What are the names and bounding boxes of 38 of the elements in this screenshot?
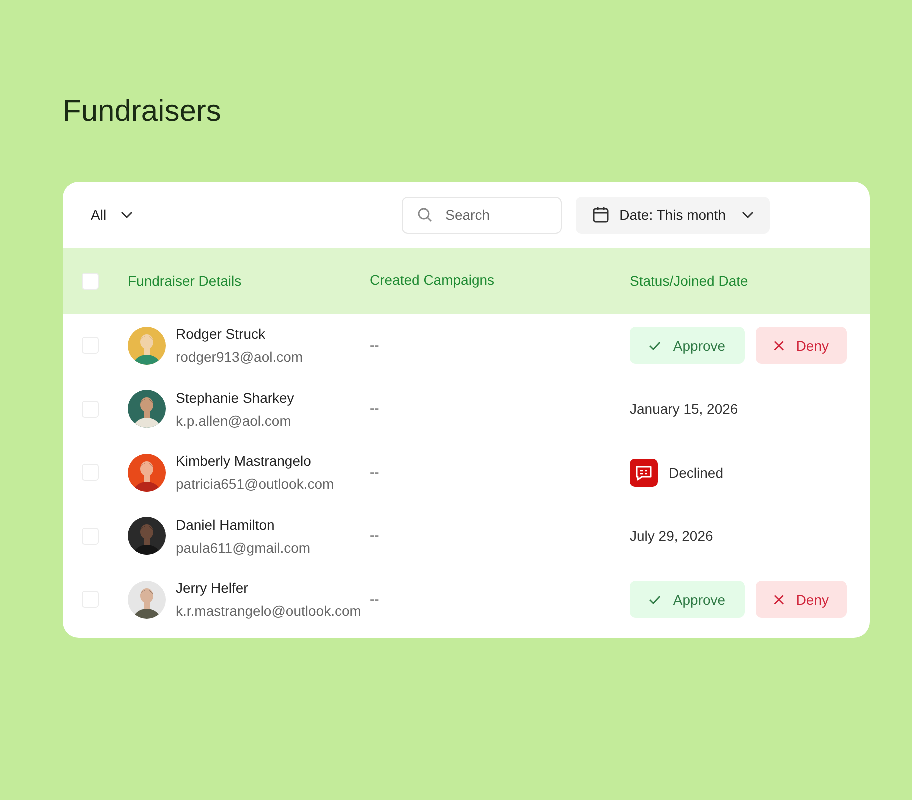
filter-dropdown[interactable]: All (91, 207, 133, 223)
fundraiser-name: Stephanie Sharkey (176, 390, 294, 406)
fundraiser-name: Jerry Helfer (176, 580, 250, 596)
message-icon (630, 458, 658, 487)
campaigns-value: -- (370, 464, 380, 480)
calendar-icon (592, 206, 610, 224)
joined-date: January 15, 2026 (630, 401, 738, 418)
approve-button[interactable]: Approve (630, 327, 745, 364)
fundraiser-name: Rodger Struck (176, 326, 266, 342)
chevron-down-icon (120, 211, 133, 219)
deny-button[interactable]: Deny (756, 581, 847, 618)
check-icon (649, 340, 662, 351)
fundraiser-email: paula611@gmail.com (176, 540, 311, 556)
fundraiser-name: Daniel Hamilton (176, 516, 276, 533)
column-header: Status/Joined Date (630, 273, 748, 289)
fundraiser-email: k.p.allen@aol.com (176, 412, 292, 429)
approve-button[interactable]: Approve (630, 581, 745, 618)
deny-button[interactable]: Deny (756, 327, 847, 364)
campaigns-value: -- (370, 527, 380, 544)
close-icon (774, 594, 784, 606)
fundraiser-name: Kimberly Mastrangelo (176, 453, 312, 470)
campaigns-value: -- (370, 336, 380, 353)
search-field[interactable]: Search (402, 196, 562, 234)
page-title: Fundraisers (63, 94, 222, 130)
campaigns-value: -- (370, 590, 380, 607)
date-filter-dropdown[interactable]: Date: This month (576, 196, 770, 234)
joined-date: July 29, 2026 (630, 528, 714, 544)
checkbox[interactable] (82, 272, 99, 290)
fundraiser-email: k.r.mastrangelo@outlook.com (176, 603, 362, 620)
chevron-down-icon (742, 211, 754, 219)
status-text: Declined (669, 464, 724, 481)
fundraiser-email: patricia651@outlook.com (176, 476, 334, 492)
fundraiser-email: rodger913@aol.com (176, 349, 304, 366)
campaigns-value: -- (370, 400, 380, 416)
column-header: Fundraiser Details (128, 273, 242, 289)
column-header: Created Campaigns (370, 272, 495, 288)
close-icon (774, 340, 784, 352)
check-icon (649, 594, 662, 605)
